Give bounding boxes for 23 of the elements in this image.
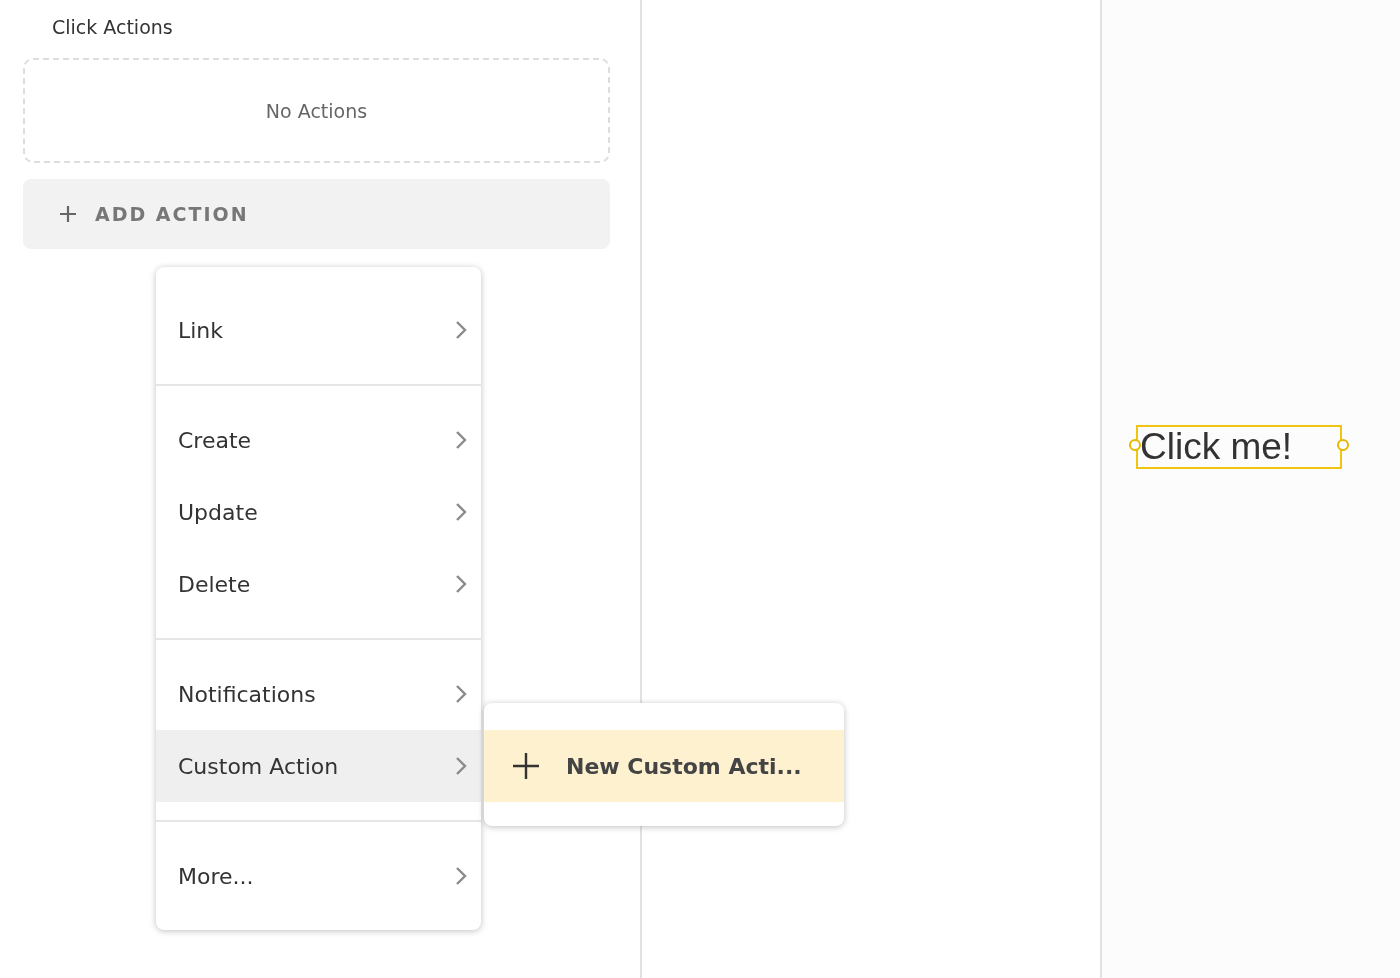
chevron-right-icon	[455, 756, 467, 776]
empty-actions-box: No Actions	[23, 58, 610, 163]
menu-item[interactable]: Update	[156, 476, 481, 548]
chevron-right-icon	[455, 574, 467, 594]
chevron-right-icon	[455, 502, 467, 522]
resize-handle[interactable]	[1337, 439, 1349, 451]
menu-item[interactable]: More...	[156, 840, 481, 912]
chevron-right-icon	[455, 430, 467, 450]
menu-item[interactable]: Create	[156, 404, 481, 476]
chevron-right-icon	[455, 320, 467, 340]
menu-item[interactable]: Delete	[156, 548, 481, 620]
plus-icon	[59, 205, 77, 223]
chevron-right-icon	[455, 866, 467, 886]
canvas-text-element[interactable]: Click me!	[1136, 425, 1342, 469]
panel-title: Click Actions	[52, 16, 174, 38]
resize-handle[interactable]	[1129, 439, 1141, 451]
add-action-button[interactable]: ADD ACTION	[23, 179, 610, 249]
menu-item[interactable]: Custom Action	[156, 730, 481, 802]
submenu-item[interactable]: New Custom Acti...	[484, 730, 844, 802]
plus-icon	[512, 752, 540, 780]
chevron-right-icon	[455, 684, 467, 704]
menu-item[interactable]: Link	[156, 294, 481, 366]
menu-item[interactable]: Notifications	[156, 658, 481, 730]
